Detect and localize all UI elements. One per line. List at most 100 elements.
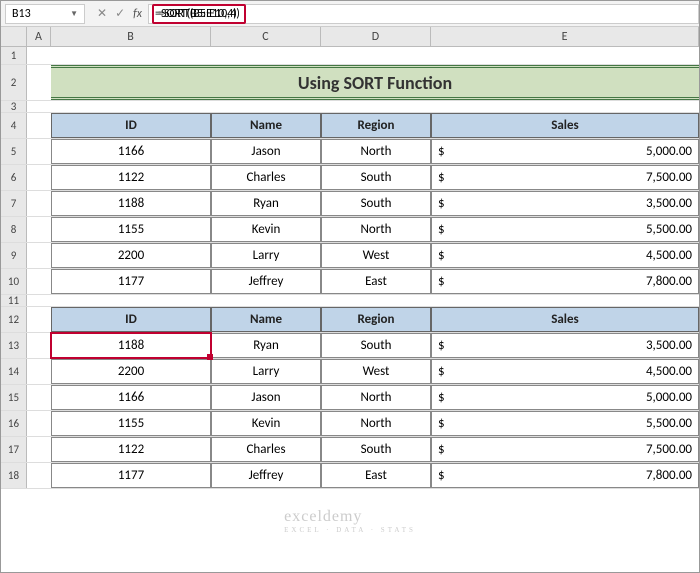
row-header[interactable]: 5 [1,139,27,164]
cell[interactable] [27,139,51,164]
row-header[interactable]: 13 [1,333,27,358]
col-header-D[interactable]: D [321,27,431,46]
cell-sales[interactable]: $5,500.00 [431,411,699,436]
row-header[interactable]: 11 [1,295,27,306]
cancel-icon[interactable]: ✕ [97,6,107,21]
row-header[interactable]: 7 [1,191,27,216]
cell-sales[interactable]: $4,500.00 [431,359,699,384]
cell-sales[interactable]: $3,500.00 [431,333,699,358]
cell-sales[interactable]: $7,800.00 [431,269,699,294]
name-box[interactable]: B13 ▼ [5,4,85,24]
cell-region[interactable]: West [321,243,431,268]
cell-sales[interactable]: $7,500.00 [431,165,699,190]
cell-id[interactable]: 1122 [51,437,211,462]
cell-name[interactable]: Jeffrey [211,463,321,488]
cell[interactable] [27,47,51,64]
cell-sales[interactable]: $7,500.00 [431,437,699,462]
cell-region[interactable]: North [321,411,431,436]
select-all-triangle[interactable] [1,27,27,46]
cell-region[interactable]: South [321,191,431,216]
cell-name[interactable]: Jason [211,385,321,410]
cell-sales[interactable]: $4,500.00 [431,243,699,268]
row-header[interactable]: 17 [1,437,27,462]
row-header[interactable]: 1 [1,47,27,64]
cell[interactable] [27,269,51,294]
accept-icon[interactable]: ✓ [115,6,125,21]
header-sales[interactable]: Sales [431,113,699,138]
cell-id[interactable]: 1188 [51,191,211,216]
formula-input[interactable]: =SORT(B5:E10,4) =SORT(B5:E10,4) [148,4,699,24]
selected-cell[interactable]: 1188 [51,333,211,358]
cell[interactable] [27,385,51,410]
cell-id[interactable]: 1166 [51,139,211,164]
cell[interactable] [27,243,51,268]
row-header[interactable]: 6 [1,165,27,190]
row-header[interactable]: 14 [1,359,27,384]
col-header-B[interactable]: B [51,27,211,46]
cell-region[interactable]: East [321,269,431,294]
cell-id[interactable]: 2200 [51,359,211,384]
cell[interactable] [27,463,51,488]
header-region[interactable]: Region [321,307,431,332]
header-region[interactable]: Region [321,113,431,138]
cell[interactable] [27,191,51,216]
col-header-E[interactable]: E [431,27,699,46]
cell-region[interactable]: North [321,139,431,164]
header-id[interactable]: ID [51,113,211,138]
col-header-A[interactable]: A [27,27,51,46]
cell-name[interactable]: Jason [211,139,321,164]
row-header[interactable]: 18 [1,463,27,488]
cell[interactable] [27,307,51,332]
cell[interactable] [27,65,51,100]
cell-id[interactable]: 2200 [51,243,211,268]
cell-region[interactable]: South [321,333,431,358]
row-header[interactable]: 10 [1,269,27,294]
cell-name[interactable]: Larry [211,243,321,268]
page-title[interactable]: Using SORT Function [51,65,699,100]
cell-name[interactable]: Charles [211,437,321,462]
cell-name[interactable]: Kevin [211,217,321,242]
cell-region[interactable]: West [321,359,431,384]
cell-region[interactable]: North [321,385,431,410]
row-header[interactable]: 15 [1,385,27,410]
row-header[interactable]: 3 [1,101,27,112]
row-header[interactable]: 2 [1,65,27,100]
cell-name[interactable]: Charles [211,165,321,190]
cell-sales[interactable]: $5,000.00 [431,139,699,164]
header-name[interactable]: Name [211,113,321,138]
cell-sales[interactable]: $5,000.00 [431,385,699,410]
cell-id[interactable]: 1166 [51,385,211,410]
cell-sales[interactable]: $5,500.00 [431,217,699,242]
cell-name[interactable]: Kevin [211,411,321,436]
cell-name[interactable]: Jeffrey [211,269,321,294]
header-sales[interactable]: Sales [431,307,699,332]
cell[interactable] [27,437,51,462]
row-header[interactable]: 9 [1,243,27,268]
cell[interactable] [27,113,51,138]
cell[interactable] [27,165,51,190]
cell[interactable] [27,333,51,358]
cell-id[interactable]: 1155 [51,217,211,242]
cell-id[interactable]: 1122 [51,165,211,190]
cell-sales[interactable]: $3,500.00 [431,191,699,216]
fx-icon[interactable]: fx [133,7,148,21]
cell[interactable] [27,359,51,384]
dropdown-icon[interactable]: ▼ [70,9,78,19]
spreadsheet-grid[interactable]: 1 2 Using SORT Function 3 4 ID Name Regi… [1,47,699,489]
cell[interactable] [27,411,51,436]
cell-id[interactable]: 1155 [51,411,211,436]
cell-name[interactable]: Ryan [211,191,321,216]
cell-id[interactable]: 1177 [51,269,211,294]
header-id[interactable]: ID [51,307,211,332]
row-header[interactable]: 12 [1,307,27,332]
cell-region[interactable]: South [321,165,431,190]
header-name[interactable]: Name [211,307,321,332]
cell-sales[interactable]: $7,800.00 [431,463,699,488]
col-header-C[interactable]: C [211,27,321,46]
row-header[interactable]: 8 [1,217,27,242]
row-header[interactable]: 4 [1,113,27,138]
fill-handle[interactable] [207,354,213,360]
cell-name[interactable]: Ryan [211,333,321,358]
cell-region[interactable]: South [321,437,431,462]
cell-id[interactable]: 1177 [51,463,211,488]
